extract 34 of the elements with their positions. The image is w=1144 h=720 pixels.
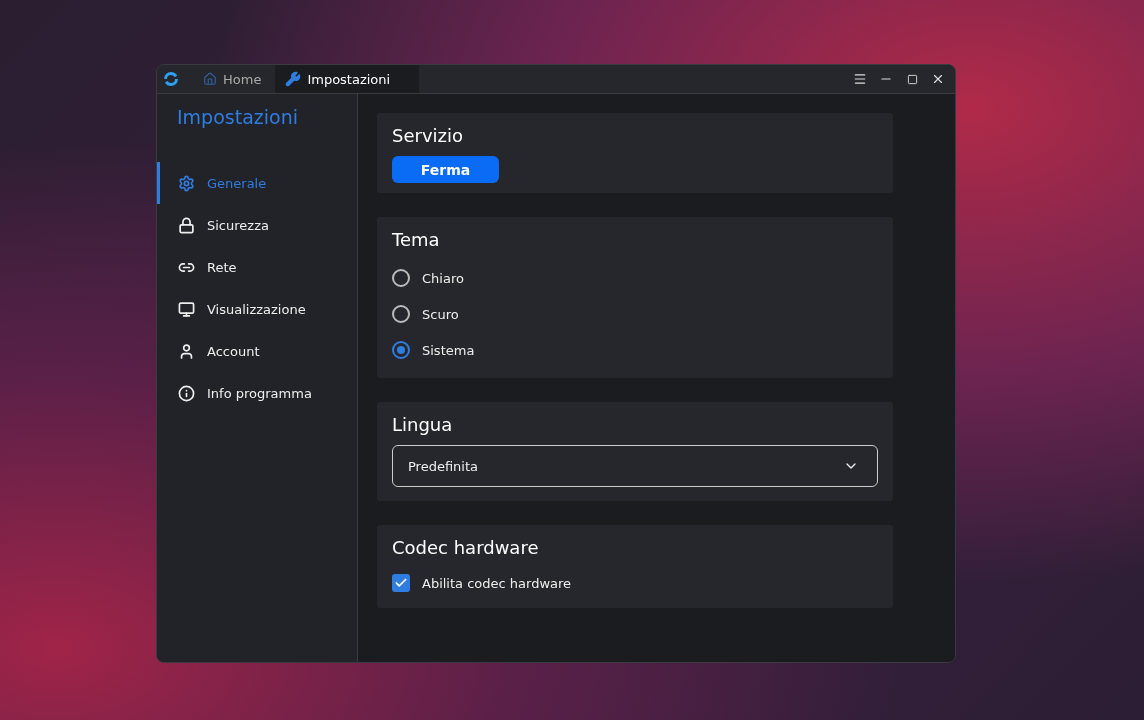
wrench-icon [285, 71, 302, 87]
lock-icon [178, 216, 195, 234]
radio-label: Sistema [422, 342, 475, 358]
language-dropdown[interactable]: Predefinita [392, 445, 878, 487]
sidebar-item[interactable]: Sicurezza [157, 204, 357, 246]
home-icon [203, 72, 217, 86]
radio-label: Chiaro [422, 270, 464, 286]
section-title: Lingua [392, 414, 454, 435]
section-title: Servizio [392, 125, 464, 146]
monitor-icon [178, 300, 195, 318]
gear-icon [178, 174, 195, 192]
sidebar-item[interactable]: Account [157, 330, 357, 372]
radio-label: Scuro [422, 306, 459, 322]
maximize-icon [906, 73, 918, 85]
menu-icon [853, 72, 867, 86]
radio-button[interactable] [392, 305, 410, 323]
stop-button[interactable]: Ferma [392, 156, 499, 183]
sidebar-title: Impostazioni [177, 106, 299, 128]
info-icon [178, 384, 195, 402]
sidebar-item[interactable]: Rete [157, 246, 357, 288]
sidebar-item[interactable]: Info programma [157, 372, 357, 414]
tab[interactable]: Impostazioni [275, 65, 420, 93]
radio-button[interactable] [392, 341, 410, 359]
checkbox[interactable] [392, 574, 410, 592]
checkbox-label: Abilita codec hardware [422, 575, 572, 591]
section-title: Codec hardware [392, 537, 540, 558]
section-title: Tema [392, 229, 441, 250]
person-icon [178, 342, 195, 360]
tab[interactable]: Home [193, 65, 276, 93]
checkmark-icon [394, 576, 408, 590]
sidebar-item[interactable]: Visualizzazione [157, 288, 357, 330]
logo-icon [163, 71, 179, 87]
close-icon [931, 72, 945, 86]
radio-button[interactable] [392, 269, 410, 287]
